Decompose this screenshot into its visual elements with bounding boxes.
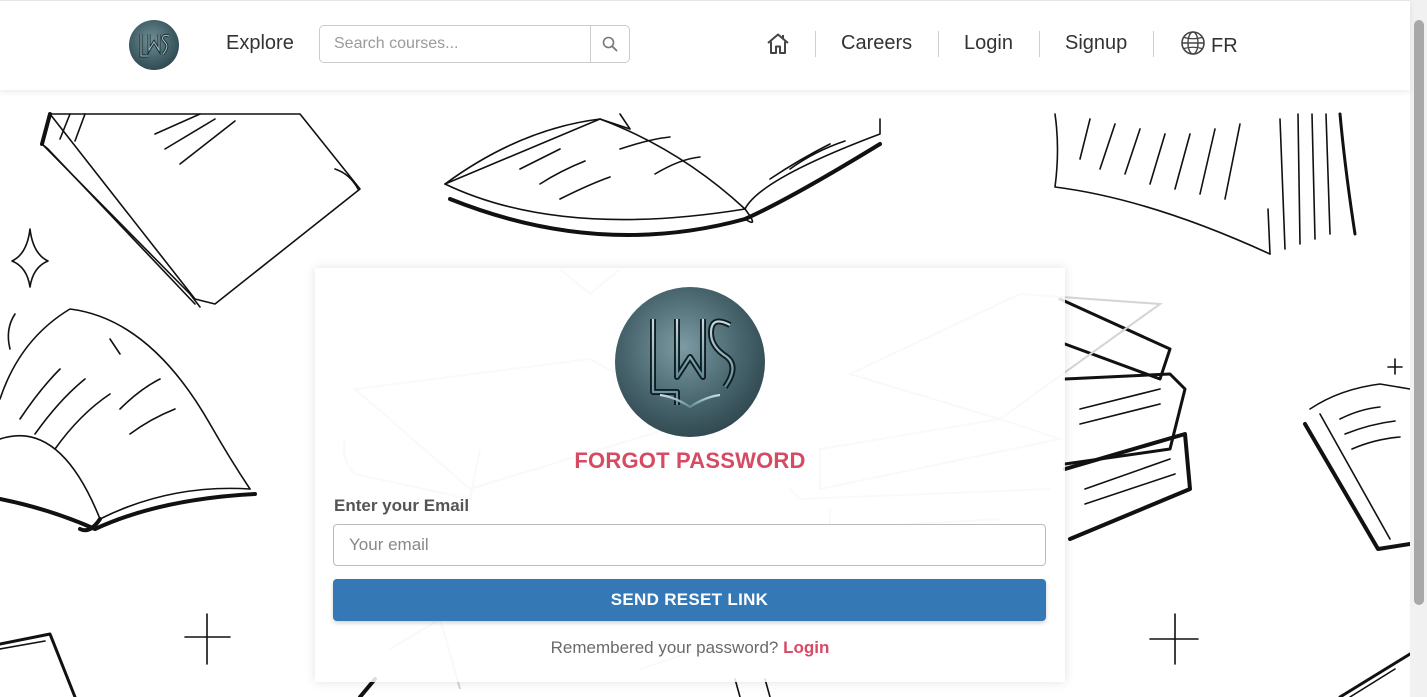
email-label: Enter your Email: [334, 496, 470, 515]
login-link[interactable]: Login: [783, 638, 829, 657]
home-icon[interactable]: [765, 31, 791, 57]
logo-mark-icon: [139, 34, 170, 58]
lms-logo-icon: [650, 318, 736, 410]
language-switcher[interactable]: FR: [1180, 30, 1238, 60]
remember-password-text: Remembered your password?: [550, 638, 779, 657]
language-label: FR: [1211, 35, 1238, 57]
nav-divider: [1153, 31, 1154, 57]
explore-link[interactable]: Explore: [226, 32, 294, 55]
page-title: FORGOT PASSWORD: [574, 448, 806, 473]
globe-icon: [1181, 31, 1205, 55]
nav-divider: [1039, 31, 1040, 57]
top-navbar: Explore Careers Login Signup FR: [0, 0, 1410, 90]
search-bar: [319, 25, 630, 63]
email-field[interactable]: [333, 524, 1046, 566]
site-logo[interactable]: [129, 20, 179, 70]
scrollbar-thumb[interactable]: [1414, 20, 1424, 605]
careers-link[interactable]: Careers: [841, 32, 912, 55]
search-input[interactable]: [320, 26, 593, 62]
search-icon: [602, 36, 618, 52]
signup-link[interactable]: Signup: [1065, 32, 1127, 55]
nav-divider: [938, 31, 939, 57]
page-scrollbar[interactable]: [1410, 0, 1427, 697]
remember-password-row: Remembered your password? Login: [315, 638, 1065, 658]
search-button[interactable]: [590, 26, 629, 62]
send-reset-link-button[interactable]: SEND RESET LINK: [333, 579, 1046, 621]
forgot-password-card: FORGOT PASSWORD Enter your Email SEND RE…: [315, 268, 1065, 682]
card-logo: [615, 287, 765, 437]
login-nav-link[interactable]: Login: [964, 32, 1013, 55]
nav-divider: [815, 31, 816, 57]
